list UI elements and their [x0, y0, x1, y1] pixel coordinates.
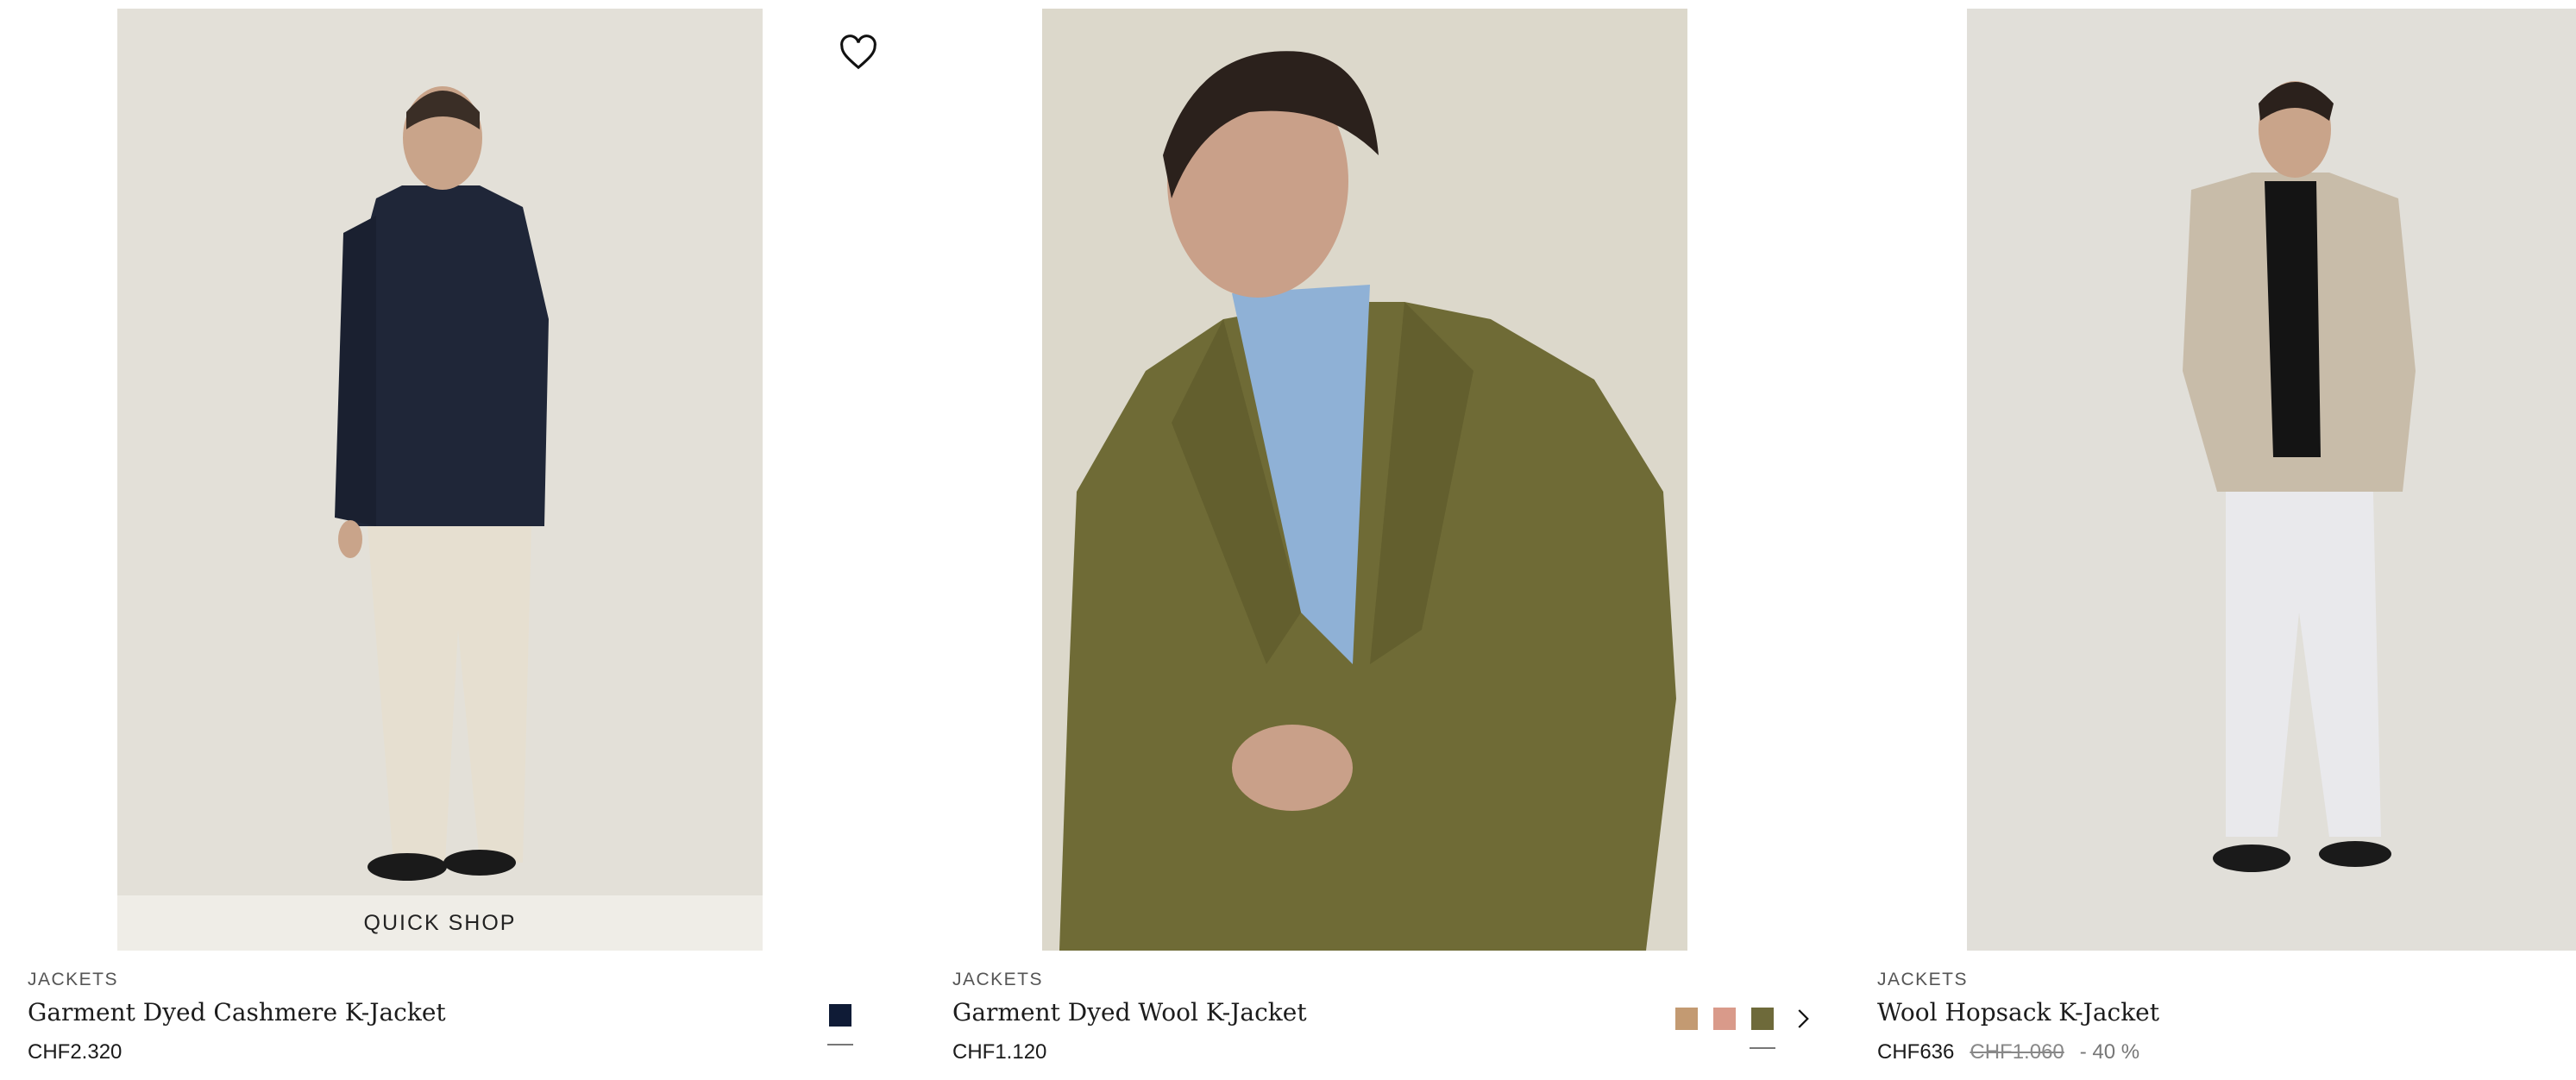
product-card-1[interactable]: QUICK SHOP JACKETS Garment Dyed Cashmere…: [0, 0, 897, 1080]
product-image-3[interactable]: [1967, 9, 2576, 951]
product-image-2[interactable]: [1042, 9, 1687, 951]
quick-shop-button[interactable]: QUICK SHOP: [117, 895, 763, 951]
product-price: CHF2.320: [28, 1040, 123, 1064]
color-swatches: [1675, 1004, 1815, 1049]
color-swatch-navy[interactable]: [827, 1004, 853, 1045]
product-name[interactable]: Garment Dyed Wool K-Jacket: [952, 998, 1307, 1027]
discount-badge: - 40 %: [2079, 1040, 2140, 1064]
product-card-3[interactable]: JACKETS Wool Hopsack K-Jacket CHF636 CHF…: [1850, 0, 2576, 1080]
product-price-original: CHF1.060: [1970, 1040, 2064, 1064]
product-photo: [117, 9, 763, 951]
color-swatch-olive[interactable]: [1750, 1008, 1775, 1049]
product-category: JACKETS: [28, 970, 119, 989]
product-name[interactable]: Garment Dyed Cashmere K-Jacket: [28, 998, 446, 1027]
product-price: CHF636: [1877, 1040, 1955, 1064]
product-name[interactable]: Wool Hopsack K-Jacket: [1877, 998, 2159, 1027]
product-category: JACKETS: [1877, 970, 1969, 989]
product-photo: [1042, 9, 1687, 951]
color-swatch-camel[interactable]: [1675, 1008, 1698, 1030]
color-swatch-pink[interactable]: [1713, 1008, 1736, 1030]
chevron-right-icon[interactable]: [1789, 1004, 1815, 1033]
wishlist-heart-icon[interactable]: [839, 33, 878, 72]
product-price: CHF1.120: [952, 1040, 1047, 1064]
product-image-1[interactable]: QUICK SHOP: [117, 9, 763, 951]
product-card-2[interactable]: JACKETS Garment Dyed Wool K-Jacket CHF1.…: [925, 0, 1822, 1080]
product-price-row: CHF2.320: [28, 1040, 122, 1064]
product-price-row: CHF1.120: [952, 1040, 1046, 1064]
product-category: JACKETS: [952, 970, 1044, 989]
product-price-row: CHF636 CHF1.060 - 40 %: [1877, 1040, 2139, 1064]
color-swatches: [827, 1004, 853, 1045]
product-photo: [1967, 9, 2576, 951]
